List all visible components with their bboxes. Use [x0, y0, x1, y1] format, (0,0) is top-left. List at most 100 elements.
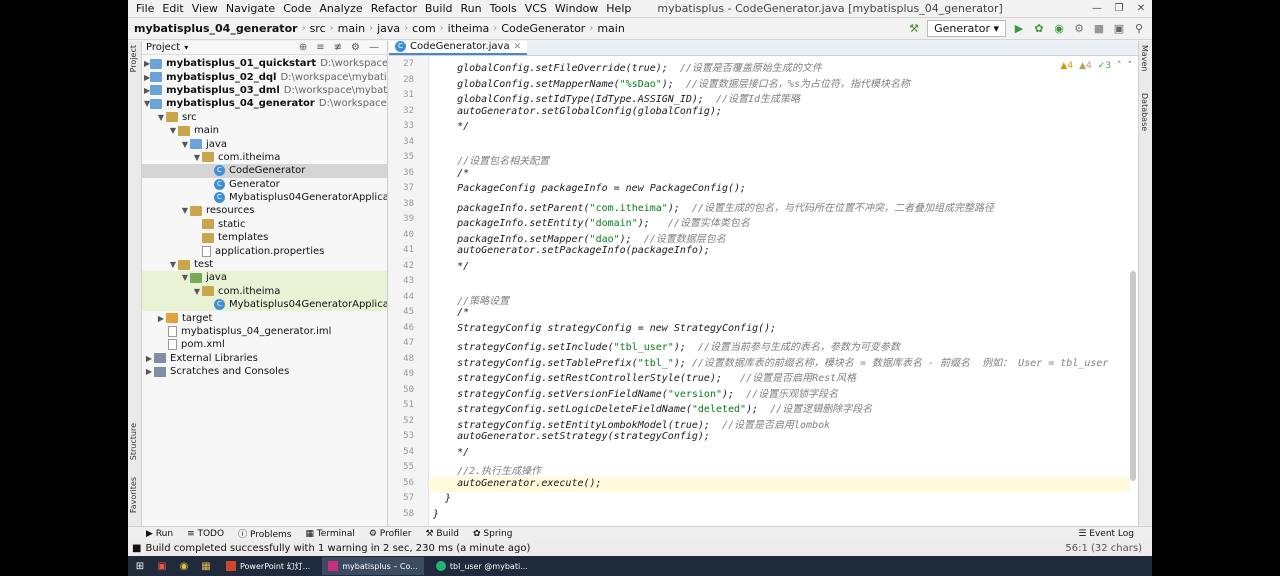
chevron-down-icon[interactable]: ˅	[1128, 61, 1133, 71]
code-line[interactable]: packageInfo.setEntity("domain"); //设置实体类…	[433, 214, 750, 229]
chevron-down-icon[interactable]: ▼	[180, 140, 190, 149]
profiler-tab[interactable]: ⚙ Profiler	[369, 529, 412, 539]
expand-all-icon[interactable]: ≡	[316, 42, 324, 53]
terminal-tab[interactable]: ▦ Terminal	[305, 529, 354, 539]
chevron-down-icon[interactable]: ▼	[168, 260, 178, 269]
event-log-tab[interactable]: ☰ Event Log	[1078, 529, 1152, 539]
breadcrumb-method[interactable]: main	[597, 22, 624, 35]
breadcrumb-main[interactable]: main	[338, 22, 365, 35]
menu-window[interactable]: Window	[551, 2, 602, 15]
chevron-down-icon[interactable]: ▼	[192, 287, 202, 296]
code-line[interactable]: /*	[433, 168, 469, 179]
tab-codegenerator[interactable]: C CodeGenerator.java ✕	[389, 41, 528, 55]
build-tab[interactable]: ⚒ Build	[425, 529, 459, 539]
run-icon[interactable]: ▶	[1012, 22, 1026, 35]
project-structure-icon[interactable]: ▣	[1112, 22, 1126, 35]
tree-node-static[interactable]: static	[142, 218, 387, 231]
tree-node-application[interactable]: CMybatisplus04GeneratorApplication	[142, 191, 387, 204]
tree-node-generator[interactable]: ▼mybatisplus_04_generatorD:\workspace\my…	[142, 97, 387, 110]
code-line[interactable]: strategyConfig.setInclude("tbl_user"); /…	[433, 338, 900, 353]
tree-node-test-java[interactable]: ▼ java	[142, 271, 387, 285]
menu-view[interactable]: View	[188, 2, 222, 15]
spring-tab[interactable]: ✿ Spring	[473, 529, 512, 539]
chevron-right-icon[interactable]: ▶	[144, 367, 154, 376]
code-line[interactable]: packageInfo.setParent("com.itheima"); //…	[433, 199, 994, 214]
code-line[interactable]: globalConfig.setFileOverride(true); //设置…	[433, 59, 822, 74]
folder-icon[interactable]: ▦	[198, 559, 214, 573]
code-line[interactable]: StrategyConfig strategyConfig = new Stra…	[433, 323, 776, 334]
chevron-down-icon[interactable]: ▼	[168, 126, 178, 135]
code-line[interactable]: autoGenerator.setStrategy(strategyConfig…	[433, 431, 710, 442]
tree-node-test-package[interactable]: ▼ com.itheima	[142, 284, 387, 299]
tree-node-codegenerator[interactable]: C CodeGenerator	[142, 164, 387, 178]
code-line[interactable]: //策略设置	[433, 292, 509, 307]
tree-node-scratches[interactable]: ▶ Scratches and Consoles	[142, 365, 387, 378]
breadcrumb-src[interactable]: src	[310, 22, 326, 35]
run-config-select[interactable]: Generator ▾	[927, 20, 1006, 37]
breadcrumb-project[interactable]: mybatisplus_04_generator	[134, 22, 298, 35]
project-tool-tab[interactable]: Project	[129, 45, 138, 72]
menu-tools[interactable]: Tools	[486, 2, 521, 15]
menu-file[interactable]: File	[132, 2, 158, 15]
taskbar-powerpoint[interactable]: PowerPoint 幻灯...	[220, 557, 316, 575]
chevron-down-icon[interactable]: ▼	[192, 153, 202, 162]
tree-node-dml[interactable]: ▶mybatisplus_03_dmlD:\workspace\mybatisp…	[142, 84, 387, 97]
chevron-down-icon[interactable]: ▼	[156, 113, 166, 122]
tree-node-pom[interactable]: pom.xml	[142, 338, 387, 351]
coverage-icon[interactable]: ◉	[1052, 22, 1066, 35]
tree-node-test[interactable]: ▼ test	[142, 258, 387, 271]
tree-node-java[interactable]: ▼ java	[142, 137, 387, 150]
menu-code[interactable]: Code	[279, 2, 315, 15]
close-tab-icon[interactable]: ✕	[514, 42, 522, 52]
code-line[interactable]: */	[433, 261, 469, 272]
code-line[interactable]: }	[433, 493, 451, 504]
menu-vcs[interactable]: VCS	[521, 2, 551, 15]
menu-build[interactable]: Build	[421, 2, 457, 15]
inspection-widget[interactable]: ▲4 ▲4 ✓3 ˄ ˅	[1060, 61, 1132, 71]
code-line[interactable]: }	[433, 509, 439, 520]
breadcrumb-com[interactable]: com	[412, 22, 436, 35]
tree-node-src[interactable]: ▼ src	[142, 111, 387, 124]
tree-node-generator-class[interactable]: C Generator	[142, 178, 387, 191]
tree-node-dql[interactable]: ▶mybatisplus_02_dqlD:\workspace\mybatisp…	[142, 70, 387, 83]
code-line[interactable]: strategyConfig.setLogicDeleteFieldName("…	[433, 400, 872, 415]
menu-analyze[interactable]: Analyze	[315, 2, 366, 15]
database-tool-tab[interactable]: Database	[1140, 93, 1149, 131]
close-icon[interactable]: ✕	[1130, 3, 1152, 14]
tree-node-target[interactable]: ▶ target	[142, 311, 387, 324]
tree-node-quickstart[interactable]: ▶mybatisplus_01_quickstartD:\workspace\m…	[142, 57, 387, 70]
code-line[interactable]: strategyConfig.setVersionFieldName("vers…	[433, 385, 838, 400]
hide-icon[interactable]: —	[369, 42, 379, 53]
menu-navigate[interactable]: Navigate	[222, 2, 279, 15]
code-line[interactable]: globalConfig.setMapperName("%sDao"); //设…	[433, 75, 910, 90]
problems-tab[interactable]: ⓘ Problems	[238, 527, 291, 540]
stop-icon[interactable]: ■	[1092, 22, 1106, 35]
tree-node-templates[interactable]: templates	[142, 231, 387, 244]
code-line[interactable]: PackageConfig packageInfo = new PackageC…	[433, 183, 746, 194]
code-line[interactable]: strategyConfig.setEntityLombokModel(true…	[433, 416, 830, 431]
code-line[interactable]: //2.执行生成操作	[433, 462, 541, 477]
restore-icon[interactable]: ❐	[1108, 3, 1130, 14]
chrome-icon[interactable]: ◉	[176, 559, 192, 573]
code-line[interactable]: autoGenerator.execute();	[433, 478, 602, 489]
run-tab[interactable]: ▶ Run	[146, 529, 173, 539]
code-line[interactable]: strategyConfig.setTablePrefix("tbl_"); /…	[433, 354, 1108, 369]
tree-node-main[interactable]: ▼ main	[142, 124, 387, 137]
windows-start-icon[interactable]: ⊞	[132, 559, 148, 573]
minimize-icon[interactable]: —	[1086, 3, 1108, 14]
maven-tool-tab[interactable]: Maven	[1140, 45, 1149, 72]
code-line[interactable]: */	[433, 447, 469, 458]
breadcrumb-itheima[interactable]: itheima	[448, 22, 490, 35]
search-icon[interactable]: ⚲	[1132, 22, 1146, 35]
caret-position[interactable]: 56:1 (32 chars)	[1065, 543, 1152, 554]
status-message[interactable]: Build completed successfully with 1 warn…	[145, 543, 530, 554]
build-hammer-icon[interactable]: ⚒	[907, 22, 921, 35]
code-line[interactable]: autoGenerator.setPackageInfo(packageInfo…	[433, 245, 710, 256]
code-line[interactable]: strategyConfig.setRestControllerStyle(tr…	[433, 369, 856, 384]
taskbar-datagrip[interactable]: tbl_user @mybati...	[430, 557, 534, 575]
app-icon[interactable]: ▣	[154, 559, 170, 573]
code-line[interactable]: packageInfo.setMapper("dao"); //设置数据层包名	[433, 230, 726, 245]
collapse-all-icon[interactable]: ≢	[334, 42, 342, 53]
code-editor[interactable]: C CodeGenerator.java ✕ 27 28 31 32 33 34 35 36 3…	[389, 41, 1138, 526]
locate-icon[interactable]: ⊕	[299, 42, 307, 53]
